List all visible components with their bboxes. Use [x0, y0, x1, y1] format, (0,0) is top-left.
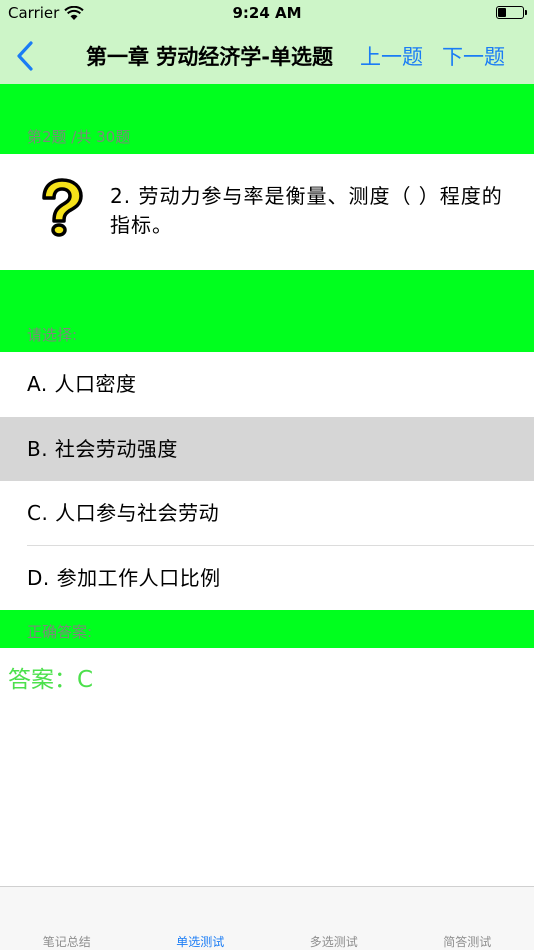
option-b-label: B. 社会劳动强度 — [27, 417, 178, 481]
status-time: 9:24 AM — [0, 4, 534, 22]
option-d-label: D. 参加工作人口比例 — [27, 546, 221, 610]
option-c-label: C. 人口参与社会劳动 — [27, 481, 219, 545]
progress-label: 第2题 /共 30题 — [27, 126, 130, 147]
option-d[interactable]: D. 参加工作人口比例 — [0, 546, 534, 610]
options-label: 请选择: — [27, 324, 77, 345]
tab-label: 简答测试 — [401, 933, 534, 950]
progress-band: 第2题 /共 30题 — [0, 84, 534, 154]
chevron-left-icon — [12, 38, 42, 74]
back-button[interactable] — [12, 38, 42, 74]
answer-section-label: 正确答案: — [27, 621, 92, 642]
tab-label: 多选测试 — [267, 933, 401, 950]
page-title: 第一章 劳动经济学-单选题 — [86, 41, 333, 71]
tab-single-choice-test[interactable]: 单选测试 — [134, 887, 268, 951]
option-a-label: A. 人口密度 — [27, 352, 137, 416]
question-text: 2. 劳动力参与率是衡量、测度（ ）程度的指标。 — [110, 182, 510, 240]
question-mark-icon — [30, 176, 92, 238]
option-a[interactable]: A. 人口密度 — [0, 352, 534, 416]
previous-question-button[interactable]: 上一题 — [360, 41, 423, 71]
tab-label: 单选测试 — [134, 933, 268, 950]
answer-band: 正确答案: — [0, 610, 534, 648]
option-b[interactable]: B. 社会劳动强度 — [0, 417, 534, 481]
question-card: 2. 劳动力参与率是衡量、测度（ ）程度的指标。 — [0, 154, 534, 270]
options-band: 请选择: — [0, 270, 534, 352]
correct-answer: 答案：C — [8, 660, 93, 694]
nav-bar: 第一章 劳动经济学-单选题 上一题 下一题 — [0, 28, 534, 84]
tab-notes-summary[interactable]: 笔记总结 — [0, 887, 134, 951]
option-c[interactable]: C. 人口参与社会劳动 — [0, 481, 534, 545]
status-bar: Carrier 9:24 AM — [0, 0, 534, 28]
tab-label: 笔记总结 — [0, 933, 134, 950]
tab-short-answer-test[interactable]: 简答测试 — [401, 887, 534, 951]
next-question-button[interactable]: 下一题 — [442, 41, 505, 71]
tab-bar: 笔记总结 单选测试 多选测试 简答测试 — [0, 886, 534, 950]
battery-icon — [496, 6, 524, 19]
tab-multiple-choice-test[interactable]: 多选测试 — [267, 887, 401, 951]
